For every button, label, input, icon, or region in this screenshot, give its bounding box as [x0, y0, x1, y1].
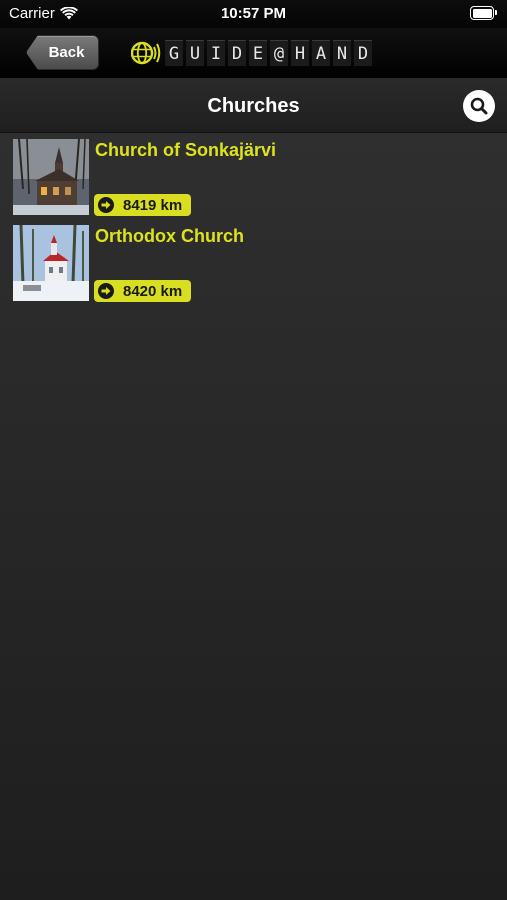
brand-letter-tile: U	[186, 40, 204, 66]
arrow-right-circle-icon	[98, 197, 114, 213]
brand-logo: G U I D E @ H A N D	[131, 39, 372, 67]
status-time: 10:57 PM	[220, 5, 287, 22]
distance-value: 8420 km	[123, 282, 183, 300]
distance-value: 8419 km	[123, 196, 183, 214]
brand-letter-tile: A	[312, 40, 330, 66]
brand-letter-tile: H	[291, 40, 309, 66]
brand-letter-tile: @	[270, 40, 288, 66]
page-title: Churches	[207, 95, 300, 117]
church-thumbnail	[13, 139, 89, 215]
arrow-right-circle-icon	[98, 283, 114, 299]
distance-badge: 8420 km	[94, 280, 192, 302]
church-thumbnail	[13, 225, 89, 301]
list-item[interactable]: Church of Sonkajärvi 8419 km	[0, 135, 507, 216]
brand-wordmark: G U I D E @ H A N D	[165, 40, 372, 66]
church-list: Church of Sonkajärvi 8419 km Orthodox Ch…	[0, 133, 507, 900]
church-name: Church of Sonkajärvi	[95, 140, 277, 160]
brand-letter-tile: D	[228, 40, 246, 66]
battery-icon	[470, 6, 497, 20]
globe-sound-icon	[131, 41, 161, 65]
brand-letter-tile: I	[207, 40, 225, 66]
search-button[interactable]	[463, 90, 495, 122]
distance-badge: 8419 km	[94, 194, 192, 216]
nav-bar: Back G U I D E @ H A N D	[0, 28, 507, 78]
brand-letter-tile: D	[354, 40, 372, 66]
brand-letter-tile: G	[165, 40, 183, 66]
back-button[interactable]: Back	[26, 35, 99, 70]
brand-letter-tile: E	[249, 40, 267, 66]
brand-letter-tile: N	[333, 40, 351, 66]
search-icon	[470, 97, 488, 115]
title-bar: Churches	[0, 78, 507, 133]
list-item[interactable]: Orthodox Church 8420 km	[0, 221, 507, 302]
church-name: Orthodox Church	[95, 226, 244, 246]
status-bar: Carrier 10:57 PM	[0, 0, 507, 28]
